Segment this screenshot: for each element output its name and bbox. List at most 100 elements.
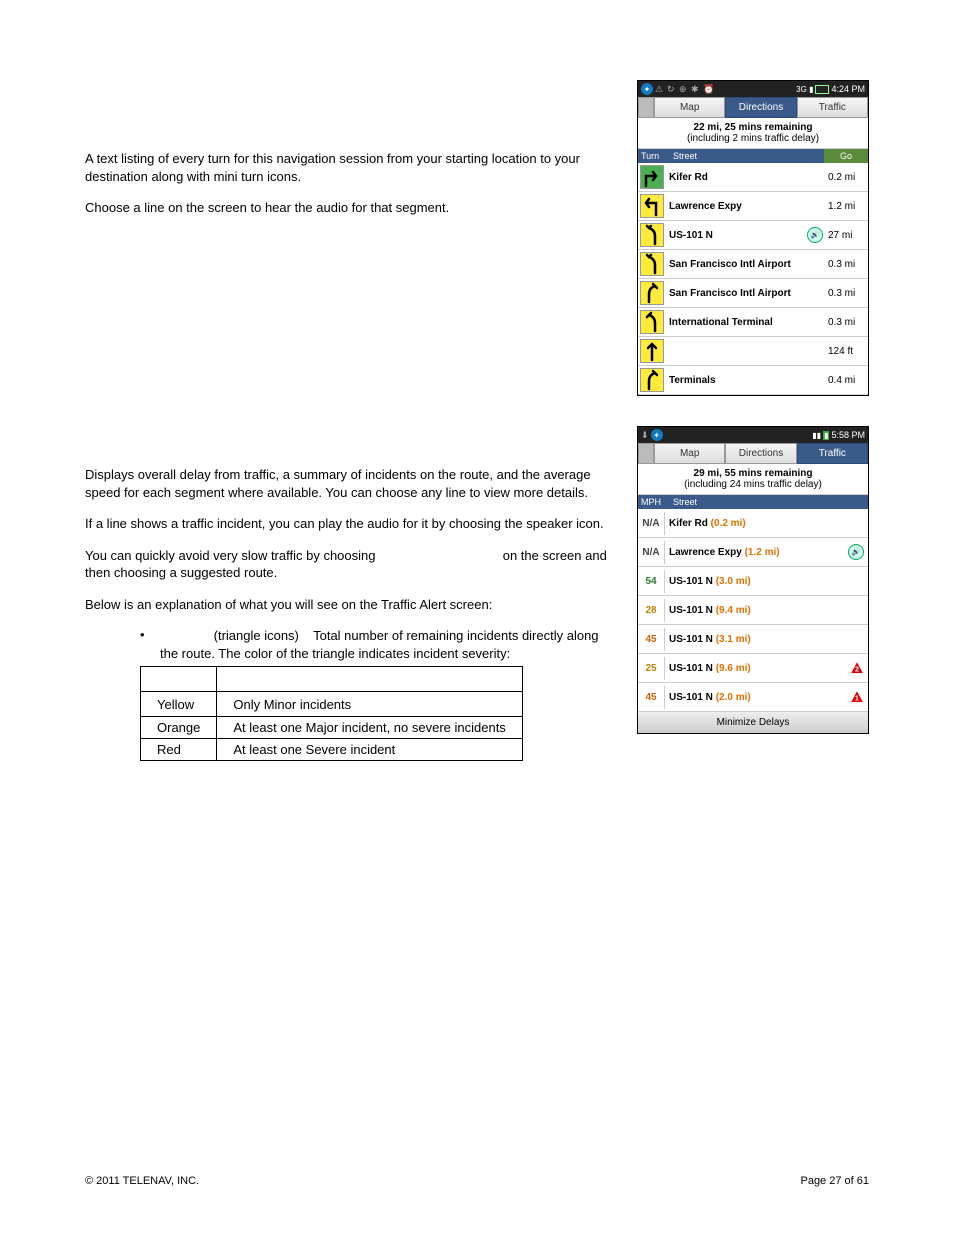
tab-back[interactable] bbox=[638, 97, 654, 118]
street-name: Kifer Rd bbox=[666, 170, 826, 185]
s1-para2: Choose a line on the screen to hear the … bbox=[85, 199, 617, 217]
distance: 1.2 mi bbox=[826, 199, 868, 214]
bullet-label: (triangle icons) bbox=[214, 628, 299, 643]
dl-icon: ⬇ bbox=[641, 430, 649, 441]
svg-text:2: 2 bbox=[855, 667, 859, 674]
distance: 0.2 mi bbox=[826, 170, 868, 185]
mph-value: N/A bbox=[638, 512, 665, 535]
distance: 27 mi bbox=[826, 228, 868, 243]
turn-icon bbox=[640, 252, 664, 276]
bt-icon: ✱ bbox=[691, 84, 701, 94]
copyright: © 2011 TELENAV, INC. bbox=[85, 1175, 199, 1187]
gps-icon: ⊕ bbox=[679, 84, 689, 94]
mph-value: 45 bbox=[638, 686, 665, 709]
street-name: San Francisco Intl Airport bbox=[666, 286, 826, 301]
street-name: International Terminal bbox=[666, 315, 826, 330]
sev-color: Orange bbox=[141, 717, 217, 739]
ch-street: Street bbox=[670, 149, 824, 163]
turn-icon bbox=[640, 281, 664, 305]
net-icon: 3G ▮ bbox=[796, 85, 813, 94]
tab-traffic[interactable]: Traffic bbox=[797, 97, 868, 118]
traffic-row[interactable]: 25US-101 N (9.6 mi)2 bbox=[638, 654, 868, 683]
net-icon-2: ▮▮ bbox=[812, 431, 821, 440]
direction-row[interactable]: International Terminal0.3 mi bbox=[638, 308, 868, 337]
screenshot-directions: ✦ ⚠ ↻ ⊕ ✱ ⏰ 3G ▮ 4:24 PM Map bbox=[637, 80, 869, 396]
section2-text: Displays overall delay from traffic, a s… bbox=[85, 426, 637, 761]
sum2-l1: 29 mi, 55 mins remaining bbox=[694, 468, 813, 479]
summary-2: 29 mi, 55 mins remaining (including 24 m… bbox=[638, 464, 868, 495]
sum2-l2: (including 24 mins traffic delay) bbox=[640, 479, 866, 490]
col-headers-1: Turn Street Go bbox=[638, 149, 868, 163]
speaker-icon[interactable]: 🔊 bbox=[807, 227, 823, 243]
clock-1: 4:24 PM bbox=[831, 84, 865, 94]
traffic-street: US-101 N (3.1 mi) bbox=[665, 632, 868, 647]
statusbar-2: ⬇ ✦ ▮▮ ▮ 5:58 PM bbox=[638, 427, 868, 443]
distance: 0.4 mi bbox=[826, 373, 868, 388]
col-headers-2: MPH Street bbox=[638, 495, 868, 509]
tab-directions[interactable]: Directions bbox=[725, 97, 796, 118]
s2-para3: You can quickly avoid very slow traffic … bbox=[85, 547, 617, 582]
traffic-row[interactable]: 28US-101 N (9.4 mi) bbox=[638, 596, 868, 625]
tab-map-2[interactable]: Map bbox=[654, 443, 725, 464]
traffic-street: US-101 N (3.0 mi) bbox=[665, 574, 868, 589]
sev-meaning: Only Minor incidents bbox=[217, 692, 522, 717]
mph-value: 45 bbox=[638, 628, 665, 651]
traffic-street: Lawrence Expy (1.2 mi)🔊 bbox=[665, 542, 868, 562]
tabbar-1: Map Directions Traffic bbox=[638, 97, 868, 118]
traffic-street: US-101 N (9.6 mi)2 bbox=[665, 659, 868, 677]
s2-para4: Below is an explanation of what you will… bbox=[85, 596, 617, 614]
tab-map[interactable]: Map bbox=[654, 97, 725, 118]
mph-value: 25 bbox=[638, 657, 665, 680]
s2-para1: Displays overall delay from traffic, a s… bbox=[85, 466, 617, 501]
direction-row[interactable]: US-101 N🔊27 mi bbox=[638, 221, 868, 250]
distance: 124 ft bbox=[826, 344, 868, 359]
street-name: Terminals bbox=[666, 373, 826, 388]
ch-street-2: Street bbox=[670, 495, 868, 509]
sev-color: Red bbox=[141, 739, 217, 761]
traffic-row[interactable]: N/AKifer Rd (0.2 mi) bbox=[638, 509, 868, 538]
turn-icon bbox=[640, 368, 664, 392]
severity-row: OrangeAt least one Major incident, no se… bbox=[141, 717, 523, 739]
screenshot-traffic: ⬇ ✦ ▮▮ ▮ 5:58 PM Map Directions Traffic bbox=[637, 426, 869, 734]
traffic-row[interactable]: 45US-101 N (3.1 mi) bbox=[638, 625, 868, 654]
direction-row[interactable]: 124 ft bbox=[638, 337, 868, 366]
svg-text:1: 1 bbox=[855, 696, 859, 703]
traffic-row[interactable]: 45US-101 N (2.0 mi)1 bbox=[638, 683, 868, 712]
app-icon-2: ✦ bbox=[651, 429, 663, 441]
minimize-delays-button[interactable]: Minimize Delays bbox=[638, 712, 868, 733]
direction-row[interactable]: Terminals0.4 mi bbox=[638, 366, 868, 395]
alarm-icon: ⏰ bbox=[703, 84, 713, 94]
turn-icon bbox=[640, 223, 664, 247]
direction-row[interactable]: Kifer Rd0.2 mi bbox=[638, 163, 868, 192]
street-name: Lawrence Expy bbox=[666, 199, 826, 214]
tab-directions-2[interactable]: Directions bbox=[725, 443, 796, 464]
directions-list: Kifer Rd0.2 miLawrence Expy1.2 miUS-101 … bbox=[638, 163, 868, 395]
direction-row[interactable]: San Francisco Intl Airport0.3 mi bbox=[638, 279, 868, 308]
sev-color: Yellow bbox=[141, 692, 217, 717]
traffic-street: US-101 N (2.0 mi)1 bbox=[665, 688, 868, 706]
distance: 0.3 mi bbox=[826, 315, 868, 330]
street-name: San Francisco Intl Airport bbox=[666, 257, 826, 272]
statusbar-1: ✦ ⚠ ↻ ⊕ ✱ ⏰ 3G ▮ 4:24 PM bbox=[638, 81, 868, 97]
severity-row: YellowOnly Minor incidents bbox=[141, 692, 523, 717]
ch-mph: MPH bbox=[638, 495, 670, 509]
sev-meaning: At least one Severe incident bbox=[217, 739, 522, 761]
incident-triangle-icon: 1 bbox=[850, 690, 864, 704]
turn-icon bbox=[640, 310, 664, 334]
ch-go[interactable]: Go bbox=[824, 149, 868, 163]
traffic-row[interactable]: N/ALawrence Expy (1.2 mi)🔊 bbox=[638, 538, 868, 567]
s1-para1: A text listing of every turn for this na… bbox=[85, 150, 617, 185]
distance: 0.3 mi bbox=[826, 257, 868, 272]
speaker-icon[interactable]: 🔊 bbox=[848, 544, 864, 560]
traffic-row[interactable]: 54US-101 N (3.0 mi) bbox=[638, 567, 868, 596]
tab-traffic-2[interactable]: Traffic bbox=[797, 443, 868, 464]
s2-para2: If a line shows a traffic incident, you … bbox=[85, 515, 617, 533]
tab-back-2[interactable] bbox=[638, 443, 654, 464]
battery-icon bbox=[815, 85, 829, 94]
severity-table: YellowOnly Minor incidentsOrangeAt least… bbox=[140, 666, 523, 761]
ch-turn: Turn bbox=[638, 149, 670, 163]
sum1-l2: (including 2 mins traffic delay) bbox=[640, 133, 866, 144]
traffic-street: US-101 N (9.4 mi) bbox=[665, 603, 868, 618]
direction-row[interactable]: San Francisco Intl Airport0.3 mi bbox=[638, 250, 868, 279]
direction-row[interactable]: Lawrence Expy1.2 mi bbox=[638, 192, 868, 221]
